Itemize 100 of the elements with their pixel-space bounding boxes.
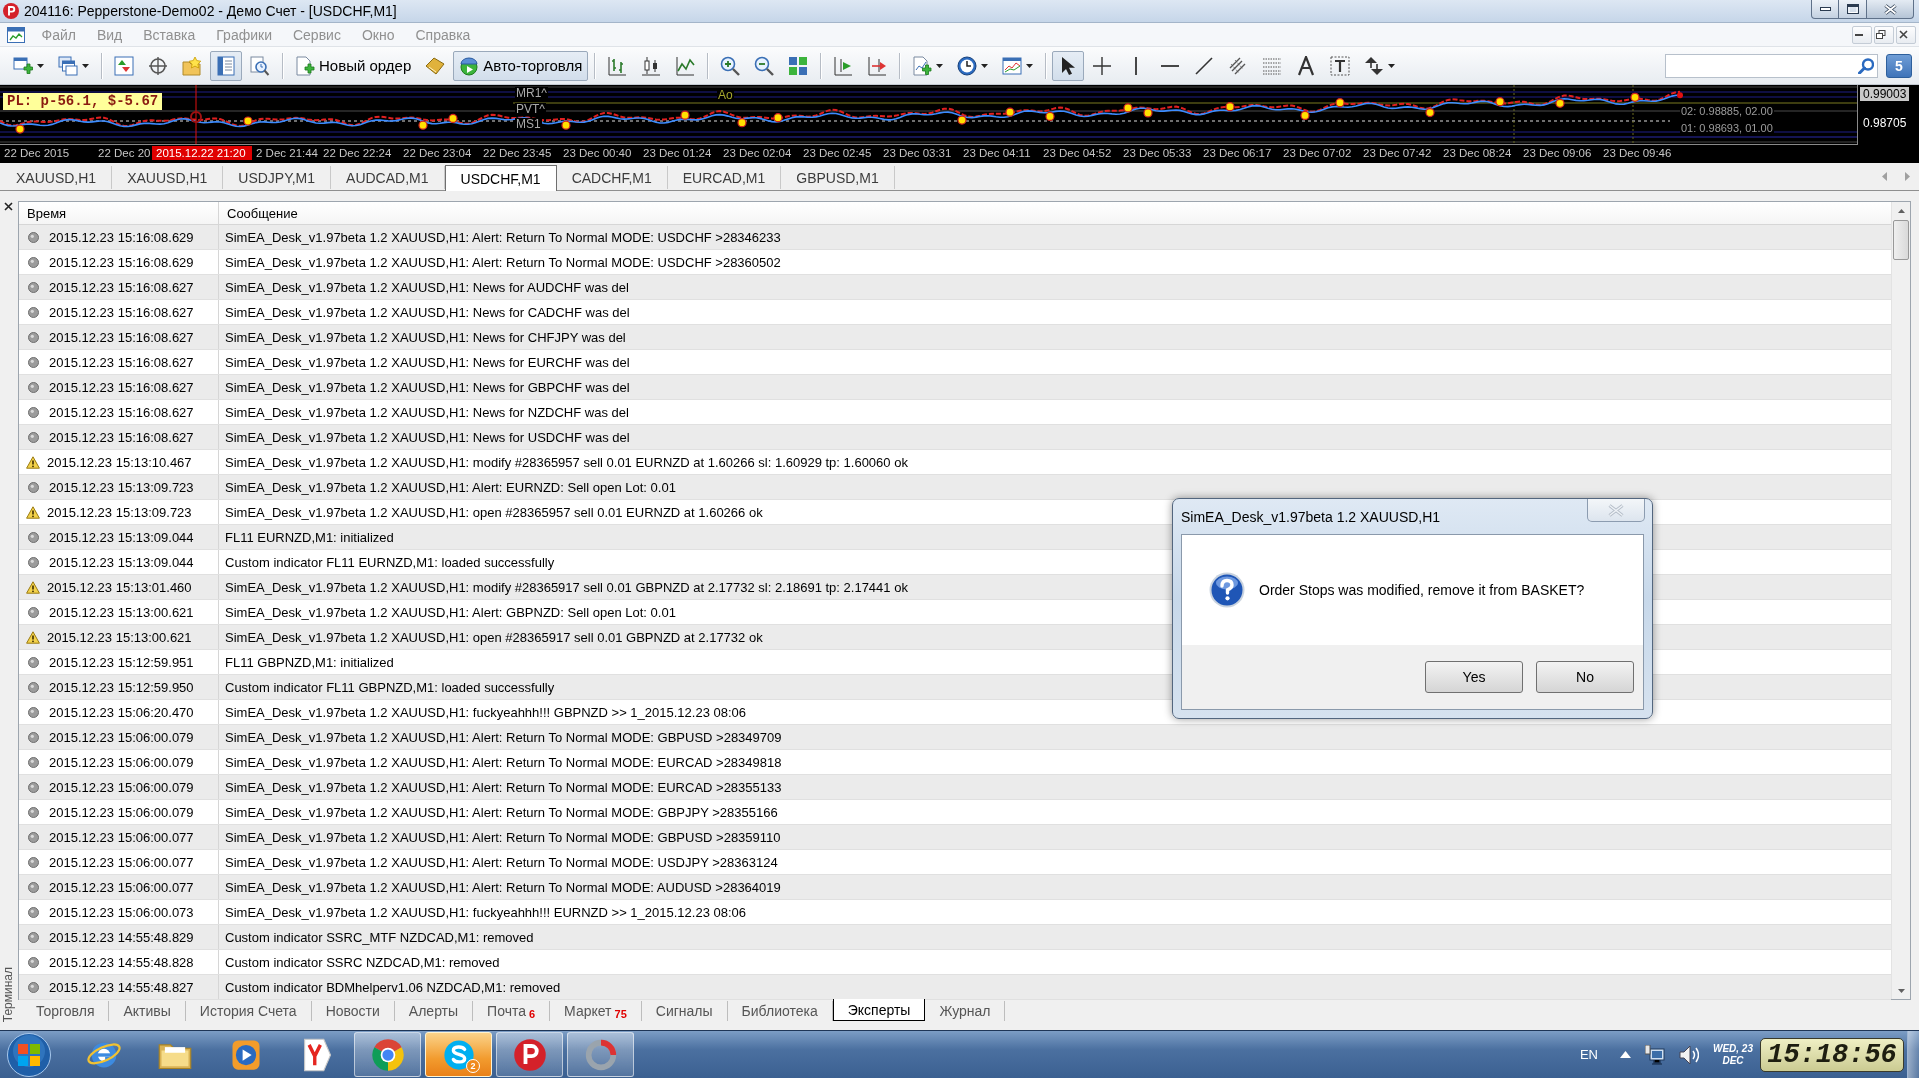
panel-tab[interactable]: Сигналы: [641, 1001, 728, 1021]
taskbar-button[interactable]: [496, 1032, 563, 1077]
panel-tab[interactable]: Библиотека: [727, 1001, 833, 1021]
list-window-icon: [216, 55, 236, 76]
log-row[interactable]: 2015.12.23 15:13:09.723 SimEA_Desk_v1.97beta 1.2 XAUUSD,H1: Alert: EURNZD: Sell open Lot: 0.01: [19, 475, 1891, 500]
log-row[interactable]: 2015.12.23 14:55:48.828 Custom indicator SSRC NZDCAD,M1: removed: [19, 950, 1891, 975]
log-row[interactable]: 2015.12.23 15:06:00.079 SimEA_Desk_v1.97beta 1.2 XAUUSD,H1: Alert: Return To Normal MODE: GBPJPY >28355166: [19, 800, 1891, 825]
log-row[interactable]: 2015.12.23 15:16:08.627 SimEA_Desk_v1.97beta 1.2 XAUUSD,H1: News for AUDCHF was del: [19, 275, 1891, 300]
info-icon: [28, 606, 39, 618]
log-row[interactable]: 2015.12.23 15:06:00.079 SimEA_Desk_v1.97beta 1.2 XAUUSD,H1: Alert: Return To Normal MODE: GBPUSD >28349709: [19, 725, 1891, 750]
volume-icon[interactable]: [1679, 1044, 1699, 1065]
log-time: 2015.12.23 15:13:09.044: [49, 529, 194, 545]
info-icon: [28, 681, 39, 693]
panel-tab[interactable]: История Счета: [185, 1001, 312, 1021]
panel-tab[interactable]: Эксперты: [832, 999, 926, 1021]
dialog-button[interactable]: Yes: [1425, 661, 1523, 693]
chart-tab[interactable]: EURCAD,M1: [667, 166, 782, 189]
panel-tab[interactable]: Журнал: [925, 1001, 1006, 1021]
clock-icon: [957, 55, 978, 76]
log-row[interactable]: 2015.12.23 15:16:08.627 SimEA_Desk_v1.97beta 1.2 XAUUSD,H1: News for CADCHF was del: [19, 300, 1891, 325]
log-time: 2015.12.23 15:12:59.951: [49, 654, 194, 670]
panel-tab[interactable]: Маркет 75: [550, 1001, 642, 1021]
log-time: 2015.12.23 15:13:09.723: [49, 479, 194, 495]
tray-expand-icon[interactable]: [1620, 1051, 1631, 1058]
close-icon[interactable]: [3, 202, 13, 211]
log-message: SimEA_Desk_v1.97beta 1.2 XAUUSD,H1: Alert: Return To Normal MODE: USDJPY >28363124: [225, 854, 778, 870]
log-time: 2015.12.23 15:16:08.627: [49, 429, 194, 445]
time-label: 22 Dec 2015: [4, 146, 71, 159]
chart-tab[interactable]: XAUUSD,H1: [112, 166, 224, 189]
time-label: 23 Dec 04:52: [1043, 146, 1113, 159]
search-field[interactable]: [1665, 53, 1878, 78]
info-icon: [28, 281, 39, 293]
minimize-icon: [1819, 7, 1831, 11]
log-row[interactable]: 2015.12.23 15:16:08.629 SimEA_Desk_v1.97beta 1.2 XAUUSD,H1: Alert: Return To Normal MODE: USDCHF >28360502: [19, 250, 1891, 275]
log-row[interactable]: 2015.12.23 15:16:08.627 SimEA_Desk_v1.97beta 1.2 XAUUSD,H1: News for GBPCHF was del: [19, 375, 1891, 400]
log-time: 2015.12.23 15:16:08.629: [49, 229, 194, 245]
dialog-button[interactable]: No: [1536, 661, 1634, 693]
minimize-icon: [1855, 33, 1863, 36]
log-row[interactable]: 2015.12.23 15:06:00.077 SimEA_Desk_v1.97beta 1.2 XAUUSD,H1: Alert: Return To Normal MODE: GBPUSD >28359110: [19, 825, 1891, 850]
log-time: 2015.12.23 15:16:08.627: [49, 404, 194, 420]
time-label: 22 Dec 23:04: [403, 146, 473, 159]
log-row[interactable]: 2015.12.23 15:16:08.627 SimEA_Desk_v1.97beta 1.2 XAUUSD,H1: News for EURCHF was del: [19, 350, 1891, 375]
panel-tab[interactable]: Алерты: [394, 1001, 474, 1021]
panel-tab[interactable]: Активы: [109, 1001, 186, 1021]
log-row[interactable]: 2015.12.23 15:16:08.627 SimEA_Desk_v1.97beta 1.2 XAUUSD,H1: News for USDCHF was del: [19, 425, 1891, 450]
restore-button[interactable]: [1874, 25, 1894, 44]
log-row[interactable]: 2015.12.23 15:16:08.629 SimEA_Desk_v1.97beta 1.2 XAUUSD,H1: Alert: Return To Normal MODE: USDCHF >28346233: [19, 225, 1891, 250]
log-row[interactable]: 2015.12.23 15:06:00.077 SimEA_Desk_v1.97beta 1.2 XAUUSD,H1: Alert: Return To Normal MODE: USDJPY >28363124: [19, 850, 1891, 875]
question-icon: [1209, 572, 1245, 608]
magnifier-document-icon: [250, 55, 270, 76]
candlestick-icon: [641, 55, 662, 76]
chart-tab[interactable]: CADCHF,M1: [556, 166, 668, 189]
log-message: SimEA_Desk_v1.97beta 1.2 XAUUSD,H1: Alert: Return To Normal MODE: USDCHF >28360502: [225, 254, 781, 270]
chart-tab[interactable]: USDCHF,M1: [444, 165, 557, 191]
taskbar-button[interactable]: [567, 1032, 634, 1077]
wheel-logo-icon: [369, 1036, 406, 1073]
log-row[interactable]: 2015.12.23 15:06:00.079 SimEA_Desk_v1.97beta 1.2 XAUUSD,H1: Alert: Return To Normal MODE: EURCAD >28355133: [19, 775, 1891, 800]
language-indicator[interactable]: EN: [1579, 1047, 1598, 1062]
chart-tab[interactable]: AUDCAD,M1: [331, 166, 445, 189]
log-row[interactable]: 2015.12.23 15:16:08.627 SimEA_Desk_v1.97beta 1.2 XAUUSD,H1: News for CHFJPY was del: [19, 325, 1891, 350]
column-header[interactable]: Время: [19, 202, 219, 224]
log-row[interactable]: 2015.12.23 15:06:00.073 SimEA_Desk_v1.97beta 1.2 XAUUSD,H1: fuckyeahhh!!! EURNZD >> 1_2015.12.23 08:06: [19, 900, 1891, 925]
log-time: 2015.12.23 14:55:48.829: [49, 929, 194, 945]
log-time: 2015.12.23 15:06:00.079: [49, 804, 194, 820]
clock-display[interactable]: 15:18:56: [1760, 1037, 1904, 1072]
search-icon[interactable]: [1858, 57, 1874, 74]
maximize-button[interactable]: [1839, 0, 1867, 19]
scrollbar-thumb[interactable]: [1893, 220, 1909, 260]
log-row[interactable]: 2015.12.23 14:55:48.829 Custom indicator SSRC_MTF NZDCAD,M1: removed: [19, 925, 1891, 950]
log-message: Custom indicator SSRC_MTF NZDCAD,M1: removed: [225, 929, 534, 945]
info-icon: [28, 481, 39, 493]
log-row[interactable]: 2015.12.23 14:55:48.827 Custom indicator BDMhelperv1.06 NZDCAD,M1: removed: [19, 975, 1891, 1000]
close-button[interactable]: [1867, 0, 1914, 19]
panel-tab[interactable]: Новости: [311, 1001, 395, 1021]
log-row[interactable]: 2015.12.23 15:13:10.467 SimEA_Desk_v1.97beta 1.2 XAUUSD,H1: modify #28365957 sell 0.01 EURNZD at 1.60266 sl: 1.60929 tp: 1.60060 ok: [19, 450, 1891, 475]
info-icon: [28, 306, 39, 318]
toolbar-button[interactable]: Новый ордер: [289, 50, 418, 81]
messages-button[interactable]: 5: [1886, 53, 1912, 78]
log-row[interactable]: 2015.12.23 15:06:00.079 SimEA_Desk_v1.97beta 1.2 XAUUSD,H1: Alert: Return To Normal MODE: EURCAD >28349818: [19, 750, 1891, 775]
chart-tab[interactable]: USDJPY,M1: [223, 166, 332, 189]
up-down-arrows-icon: [1364, 55, 1385, 76]
time-label: 23 Dec 05:33: [1123, 146, 1193, 159]
info-icon: [28, 656, 39, 668]
toolbar-button[interactable]: [1052, 50, 1085, 81]
log-row[interactable]: 2015.12.23 15:06:00.077 SimEA_Desk_v1.97beta 1.2 XAUUSD,H1: Alert: Return To Normal MODE: AUDUSD >28364019: [19, 875, 1891, 900]
taskbar-button[interactable]: [354, 1032, 421, 1077]
chart-tab[interactable]: XAUUSD,H1: [1, 166, 113, 189]
log-row[interactable]: 2015.12.23 15:16:08.627 SimEA_Desk_v1.97beta 1.2 XAUUSD,H1: News for NZDCHF was del: [19, 400, 1891, 425]
log-time: 2015.12.23 15:16:08.629: [49, 254, 194, 270]
minimize-button[interactable]: [1811, 0, 1839, 19]
panel-tab[interactable]: Почта 6: [473, 1001, 551, 1021]
info-icon: [28, 756, 39, 768]
chart-tab[interactable]: GBPUSD,M1: [781, 166, 895, 189]
toolbar-button[interactable]: Авто-торговля: [453, 50, 589, 81]
network-icon[interactable]: [1645, 1044, 1665, 1065]
log-time: 2015.12.23 15:06:00.077: [49, 854, 194, 870]
log-message: Custom indicator FL11 EURNZD,M1: loaded successfully: [225, 554, 555, 570]
column-header[interactable]: Сообщение: [219, 202, 298, 224]
panel-tab[interactable]: Торговля: [22, 1001, 110, 1021]
caret-down-icon: [1897, 988, 1905, 993]
